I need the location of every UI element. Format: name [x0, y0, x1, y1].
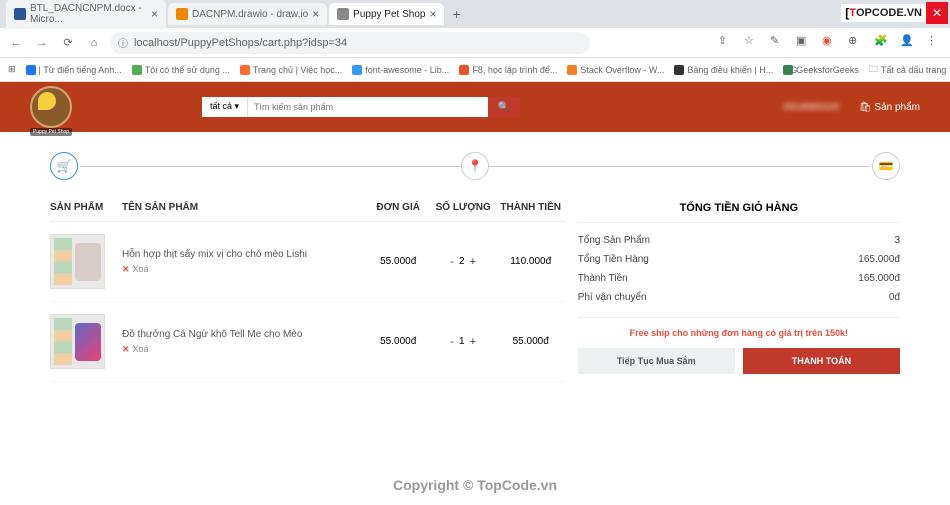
- step-address-icon[interactable]: 📍: [461, 152, 489, 180]
- drawio-icon: [176, 8, 188, 20]
- bookmark-item[interactable]: GGGeeksforGeeks: [783, 65, 859, 75]
- extensions-icon[interactable]: 🧩: [874, 34, 892, 52]
- watermark-brand: [TOPCODE.VN ✕: [841, 2, 948, 24]
- cart-row: Đồ thưởng Cá Ngừ khô Tell Me cho Mèo ✕Xo…: [50, 302, 566, 382]
- product-image[interactable]: [50, 314, 105, 369]
- product-image[interactable]: [50, 234, 105, 289]
- col-header-qty: SỐ LƯỢNG: [431, 202, 496, 213]
- delete-item-link[interactable]: ✕Xoá: [122, 344, 366, 355]
- info-icon: ⓘ: [118, 35, 128, 50]
- bookmark-item[interactable]: font-awesome - Lib...: [352, 65, 449, 75]
- cart-summary: TỔNG TIỀN GIỎ HÀNG Tổng Sản Phẩm3 Tổng T…: [578, 194, 900, 382]
- qty-increase[interactable]: +: [470, 336, 476, 348]
- word-icon: [14, 8, 26, 20]
- col-header-name: TÊN SẢN PHẨM: [122, 202, 366, 213]
- browser-tab-strip: BTL_DACNCNPM.docx - Micro... × DACNPM.dr…: [0, 0, 950, 28]
- summary-title: TỔNG TIỀN GIỎ HÀNG: [578, 194, 900, 223]
- nav-products[interactable]: 🛍 Sản phẩm: [859, 102, 920, 113]
- summary-row: Thành Tiền165.000đ: [578, 269, 900, 288]
- col-header-product: SẢN PHẨM: [50, 202, 122, 213]
- extension-icon[interactable]: ▣: [796, 34, 814, 52]
- bookmark-all[interactable]: 🗀Tất cả dấu trang: [869, 62, 947, 78]
- bookmark-item[interactable]: | Từ điển tiếng Anh...: [26, 65, 122, 75]
- qty-decrease[interactable]: -: [450, 256, 454, 268]
- product-name: Đồ thưởng Cá Ngừ khô Tell Me cho Mèo: [122, 329, 366, 340]
- extension-icon[interactable]: ✎: [770, 34, 788, 52]
- summary-row: Phí vận chuyển0đ: [578, 288, 900, 307]
- forward-button[interactable]: →: [32, 33, 52, 53]
- apps-icon[interactable]: ⊞: [8, 64, 16, 75]
- copyright-text: Copyright © TopCode.vn: [393, 477, 557, 493]
- cart-table: SẢN PHẨM TÊN SẢN PHẨM ĐƠN GIÁ SỐ LƯỢNG T…: [50, 194, 566, 382]
- browser-tab[interactable]: DACNPM.drawio - draw.io ×: [168, 3, 327, 25]
- step-payment-icon[interactable]: 💳: [872, 152, 900, 180]
- search-button[interactable]: 🔍: [488, 97, 520, 117]
- tab-title: Puppy Pet Shop: [353, 9, 425, 20]
- extension-icon[interactable]: ⊕: [848, 34, 866, 52]
- close-icon[interactable]: ×: [429, 7, 436, 21]
- close-icon[interactable]: ×: [312, 7, 319, 21]
- product-name: Hỗn hợp thịt sấy mix vị cho chó mèo Lish…: [122, 249, 366, 260]
- cart-row: Hỗn hợp thịt sấy mix vị cho chó mèo Lish…: [50, 222, 566, 302]
- logo-label: Puppy Pet Shop: [30, 128, 72, 136]
- bookmark-item[interactable]: Trang chủ | Việc học...: [240, 65, 342, 75]
- home-button[interactable]: ⌂: [84, 33, 104, 53]
- qty-increase[interactable]: +: [470, 256, 476, 268]
- bookmarks-bar: ⊞ | Từ điển tiếng Anh... Tôi có thể sử d…: [0, 58, 950, 82]
- bookmark-item[interactable]: F8, học lập trình để...: [459, 65, 557, 75]
- shop-logo[interactable]: [30, 86, 72, 128]
- tab-title: BTL_DACNCNPM.docx - Micro...: [30, 3, 147, 25]
- menu-icon[interactable]: ⋮: [926, 34, 944, 52]
- bookmark-item[interactable]: Tôi có thể sử dụng ...: [132, 65, 230, 75]
- phone-number: 0918985020: [783, 102, 839, 113]
- tab-title: DACNPM.drawio - draw.io: [192, 9, 308, 20]
- checkout-steps: 🛒 📍 💳: [50, 152, 900, 182]
- summary-row: Tổng Sản Phẩm3: [578, 231, 900, 250]
- product-price: 55.000đ: [366, 256, 431, 267]
- product-total: 110.000đ: [496, 256, 566, 267]
- browser-toolbar: ← → ⟳ ⌂ ⓘ localhost/PuppyPetShops/cart.p…: [0, 28, 950, 58]
- step-cart-icon[interactable]: 🛒: [50, 152, 78, 180]
- search-wrap: tất cả ▾ 🔍: [202, 97, 520, 117]
- site-header: Puppy Pet Shop tất cả ▾ 🔍 0918985020 🛍 S…: [0, 82, 950, 132]
- product-total: 55.000đ: [496, 336, 566, 347]
- checkout-button[interactable]: THANH TOÁN: [743, 348, 900, 374]
- bookmark-item[interactable]: Bảng điều khiển | H...: [674, 65, 773, 75]
- share-icon[interactable]: ⇪: [718, 34, 736, 52]
- qty-value: 1: [459, 336, 465, 347]
- site-icon: [337, 8, 349, 20]
- profile-icon[interactable]: 👤: [900, 34, 918, 52]
- reload-button[interactable]: ⟳: [58, 33, 78, 53]
- product-price: 55.000đ: [366, 336, 431, 347]
- free-ship-notice: Free ship cho những đơn hàng có giá trị …: [578, 317, 900, 338]
- col-header-price: ĐƠN GIÁ: [366, 202, 431, 213]
- bookmark-item[interactable]: Stack Overflow - W...: [567, 65, 664, 75]
- star-icon[interactable]: ☆: [744, 34, 762, 52]
- delete-item-link[interactable]: ✕Xoá: [122, 264, 366, 275]
- browser-tab[interactable]: BTL_DACNCNPM.docx - Micro... ×: [6, 0, 166, 29]
- new-tab-button[interactable]: +: [446, 4, 466, 24]
- url-text: localhost/PuppyPetShops/cart.php?idsp=34: [134, 37, 347, 49]
- search-category[interactable]: tất cả ▾: [202, 97, 248, 117]
- qty-value: 2: [459, 256, 465, 267]
- back-button[interactable]: ←: [6, 33, 26, 53]
- col-header-total: THÀNH TIỀN: [496, 202, 566, 213]
- close-icon[interactable]: ×: [151, 7, 158, 21]
- close-icon[interactable]: ✕: [926, 2, 948, 24]
- address-bar[interactable]: ⓘ localhost/PuppyPetShops/cart.php?idsp=…: [110, 32, 590, 54]
- summary-row: Tổng Tiền Hàng165.000đ: [578, 250, 900, 269]
- search-input[interactable]: [248, 97, 488, 117]
- browser-tab-active[interactable]: Puppy Pet Shop ×: [329, 3, 444, 25]
- continue-shopping-button[interactable]: Tiếp Tục Mua Sắm: [578, 348, 735, 374]
- qty-decrease[interactable]: -: [450, 336, 454, 348]
- extension-icon[interactable]: ◉: [822, 34, 840, 52]
